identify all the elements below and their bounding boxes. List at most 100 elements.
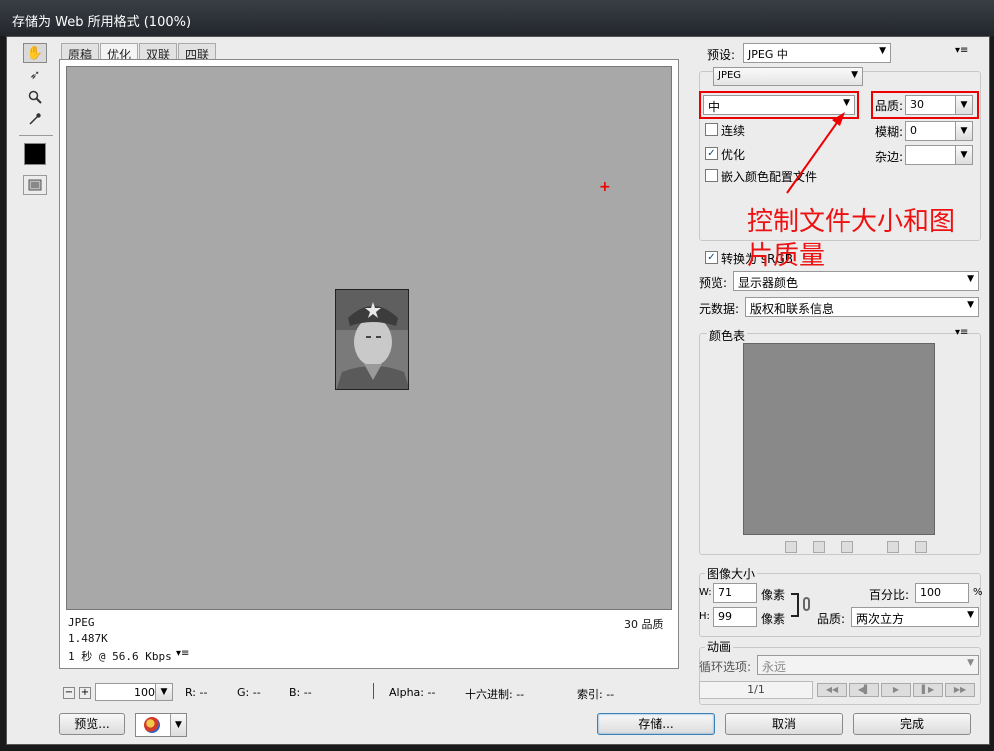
frame-display: 1/1 [699, 681, 813, 699]
chevron-down-icon: ▼ [851, 70, 858, 80]
right-panel: 预设: JPEG 中 ▼ ▾≡ JPEG ▼ 中 ▼ 品质: 30 ▼ 连续 ✓… [691, 37, 989, 707]
image-size-title: 图像大小 [705, 565, 758, 582]
color-table-menu-icon[interactable]: ▾≡ [955, 327, 968, 338]
eyedropper-tool-icon[interactable] [23, 109, 47, 129]
preview-photo [335, 289, 409, 390]
format-value: JPEG [718, 70, 742, 81]
optimized-checkbox[interactable]: ✓ [705, 147, 718, 160]
window-title: 存储为 Web 所用格式 (100%) [12, 15, 192, 30]
new-color-icon[interactable] [887, 541, 899, 553]
panel-menu-icon[interactable]: ▾≡ [955, 45, 968, 56]
readout-r: R: -- [185, 686, 208, 699]
toggle-slices-icon[interactable] [23, 175, 47, 195]
browser-icon [144, 717, 160, 733]
resample-quality-value: 两次立方 [856, 612, 905, 626]
height-value: 99 [718, 610, 732, 623]
loop-label: 循环选项: [699, 660, 752, 674]
status-divider [373, 683, 374, 699]
animation-title: 动画 [705, 638, 734, 655]
done-button[interactable]: 完成 [853, 713, 971, 735]
color-table-swatch-area[interactable] [743, 343, 935, 535]
constrain-bracket [791, 593, 799, 617]
preview-info-size: 1.487K [68, 632, 108, 645]
resample-quality-label: 品质: [817, 612, 846, 626]
map-transparency-icon[interactable] [785, 541, 797, 553]
blur-input[interactable]: 0 ▼ [905, 121, 973, 141]
play-icon[interactable]: ▶ [881, 683, 911, 697]
delete-color-icon[interactable] [915, 541, 927, 553]
optimized-label: 优化 [721, 148, 746, 162]
blur-value: 0 [910, 124, 917, 137]
lock-color-icon[interactable] [841, 541, 853, 553]
save-for-web-dialog: ✋ ➶ 原稿 优化 双联 四联 + JPEG 1.487K 1 秒 @ 56.6… [6, 36, 990, 745]
readout-b: B: -- [289, 686, 312, 699]
chevron-down-icon: ▼ [967, 274, 974, 284]
quality-value-highlight [871, 91, 979, 119]
zoom-dropdown-button[interactable]: ▼ [155, 684, 172, 700]
matte-select[interactable]: ▼ [905, 145, 973, 165]
loop-select[interactable]: 永远 ▼ [757, 655, 979, 675]
web-shift-icon[interactable] [813, 541, 825, 553]
embed-profile-checkbox[interactable] [705, 169, 718, 182]
preview-label: 预览: [699, 276, 728, 290]
link-icon[interactable] [803, 597, 810, 611]
zoom-tool-icon[interactable] [23, 87, 47, 107]
blur-dropdown-button[interactable]: ▼ [955, 122, 972, 140]
width-label: W: [699, 587, 712, 598]
next-frame-icon[interactable]: ▌▶ [913, 683, 943, 697]
format-select[interactable]: JPEG ▼ [713, 67, 863, 86]
height-label: H: [699, 611, 710, 622]
loop-value: 永远 [762, 660, 787, 674]
zoom-in-button[interactable]: + [79, 687, 91, 699]
matte-dropdown-button[interactable]: ▼ [955, 146, 972, 164]
toolbox-divider [19, 135, 53, 136]
progressive-label: 连续 [721, 124, 746, 138]
animation-controls: ◀◀ ◀▌ ▶ ▌▶ ▶▶ [817, 683, 981, 699]
chevron-down-icon: ▼ [967, 300, 974, 310]
save-button[interactable]: 存储... [597, 713, 715, 735]
readout-index: 索引: -- [577, 688, 615, 701]
preset-select[interactable]: JPEG 中 ▼ [743, 43, 891, 63]
preview-viewport: + JPEG 1.487K 1 秒 @ 56.6 Kbps ▾≡ 30 品质 [59, 59, 679, 669]
preview-color-select[interactable]: 显示器颜色 ▼ [733, 271, 979, 291]
annotation-text: 控制文件大小和图片质量 [747, 207, 956, 271]
readout-alpha: Alpha: -- [389, 686, 436, 699]
metadata-select[interactable]: 版权和联系信息 ▼ [745, 297, 979, 317]
color-table-title: 颜色表 [707, 327, 748, 344]
hand-tool-icon[interactable]: ✋ [23, 43, 47, 63]
cancel-button[interactable]: 取消 [725, 713, 843, 735]
preset-value: JPEG 中 [748, 48, 788, 61]
first-frame-icon[interactable]: ◀◀ [817, 683, 847, 697]
chevron-down-icon: ▼ [967, 610, 974, 620]
slice-select-tool-icon[interactable]: ➶ [23, 65, 47, 85]
browser-select[interactable]: ▼ [135, 713, 187, 737]
resample-quality-select[interactable]: 两次立方 ▼ [851, 607, 979, 627]
metadata-value: 版权和联系信息 [750, 302, 835, 316]
browser-dropdown-button[interactable]: ▼ [170, 714, 186, 736]
zoom-level-input[interactable]: 100% ▼ [95, 683, 173, 701]
convert-srgb-checkbox[interactable]: ✓ [705, 251, 718, 264]
status-bar: − + 100% ▼ R: -- G: -- B: -- Alpha: -- 十… [59, 683, 679, 703]
height-input[interactable]: 99 [713, 607, 757, 627]
percent-value: 100 [920, 586, 941, 599]
metadata-label: 元数据: [699, 302, 740, 316]
width-input[interactable]: 71 [713, 583, 757, 603]
eyedropper-color-swatch[interactable] [24, 143, 46, 165]
height-unit: 像素 [761, 612, 786, 626]
width-value: 71 [718, 586, 732, 599]
red-cross-marker-icon: + [599, 179, 611, 195]
last-frame-icon[interactable]: ▶▶ [945, 683, 975, 697]
preview-button[interactable]: 预览... [59, 713, 125, 735]
chevron-down-icon: ▼ [879, 46, 886, 56]
percent-input[interactable]: 100 [915, 583, 969, 603]
zoom-out-button[interactable]: − [63, 687, 75, 699]
preview-canvas[interactable]: + [66, 66, 672, 610]
speed-menu-icon[interactable]: ▾≡ [176, 648, 189, 659]
readout-hex: 十六进制: -- [465, 688, 525, 701]
progressive-checkbox[interactable] [705, 123, 718, 136]
frame-counter: 1/1 [747, 683, 765, 696]
percent-unit: % [973, 587, 983, 598]
previous-frame-icon[interactable]: ◀▌ [849, 683, 879, 697]
annotation-arrow [786, 112, 845, 194]
preview-color-value: 显示器颜色 [738, 276, 799, 290]
